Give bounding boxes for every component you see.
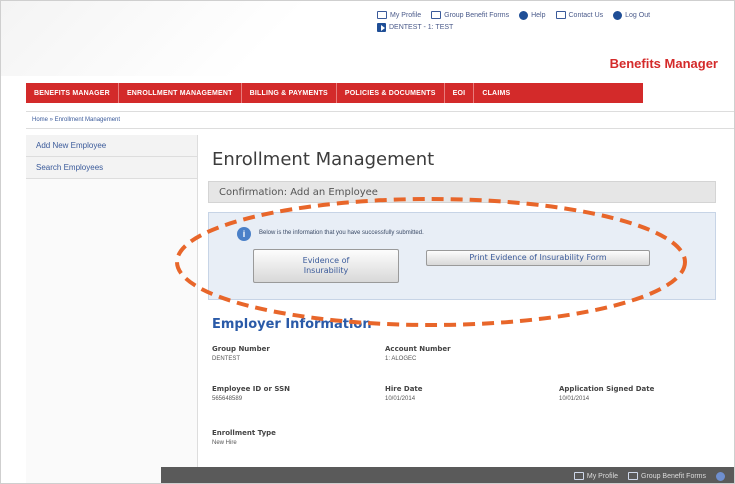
field-enrollment-type: Enrollment Type New Hire xyxy=(212,429,276,446)
field-value: DENTEST xyxy=(212,356,241,362)
field-label: Application Signed Date xyxy=(559,385,655,393)
forms-icon xyxy=(628,472,639,480)
bottom-toolbar: My Profile Group Benefit Forms xyxy=(161,467,734,483)
forms-icon xyxy=(431,11,442,19)
field-account-number: Account Number 1: ALOGEC xyxy=(385,345,451,362)
field-app-signed-date: Application Signed Date 10/01/2014 xyxy=(559,385,654,402)
bottom-help-link[interactable] xyxy=(716,471,728,481)
nav-item-claims[interactable]: CLAIMS xyxy=(474,83,518,103)
confirmation-bar: Confirmation: Add an Employee xyxy=(208,181,716,203)
help-link[interactable]: Help xyxy=(519,10,546,20)
bottom-my-profile-link[interactable]: My Profile xyxy=(573,472,618,480)
breadcrumb[interactable]: Home » Enrollment Management xyxy=(26,111,734,129)
section-title: Employer Information xyxy=(212,317,372,332)
logout-link[interactable]: Log Out xyxy=(613,10,650,20)
nav-item-enrollment-management[interactable]: ENROLLMENT MANAGEMENT xyxy=(119,83,241,103)
info-box: i Below is the information that you have… xyxy=(208,212,716,300)
eoi-button[interactable]: Evidence of Insurability xyxy=(253,249,399,283)
utility-links: My Profile Group Benefit Forms Help Cont… xyxy=(377,9,660,33)
header-shade xyxy=(1,1,371,76)
field-employee-id: Employee ID or SSN 565648589 xyxy=(212,385,290,402)
my-profile-link[interactable]: My Profile xyxy=(377,11,421,19)
field-label: Account Number xyxy=(385,345,451,353)
sidebar-item-add-employee[interactable]: Add New Employee xyxy=(26,135,197,157)
nav-item-eoi[interactable]: EOI xyxy=(445,83,474,103)
main-content: Enrollment Management Confirmation: Add … xyxy=(198,135,734,483)
nav-item-benefits-manager[interactable]: BENEFITS MANAGER xyxy=(26,83,118,103)
field-label: Employee ID or SSN xyxy=(212,385,290,393)
help-icon xyxy=(519,10,529,20)
help-icon xyxy=(716,471,725,481)
account-selector[interactable]: DENTEST - 1: TEST xyxy=(377,22,453,32)
breadcrumb-text[interactable]: Home » Enrollment Management xyxy=(32,117,120,123)
field-value: New Hire xyxy=(212,440,237,446)
field-value: 10/01/2014 xyxy=(559,396,590,402)
confirmation-text: Confirmation: Add an Employee xyxy=(219,186,378,198)
info-message: Below is the information that you have s… xyxy=(259,230,424,236)
field-value: 565648589 xyxy=(212,396,243,402)
field-hire-date: Hire Date 10/01/2014 xyxy=(385,385,423,402)
main-nav: BENEFITS MANAGER ENROLLMENT MANAGEMENT B… xyxy=(26,83,643,103)
print-eoi-button[interactable]: Print Evidence of Insurability Form xyxy=(426,250,650,266)
app-window: My Profile Group Benefit Forms Help Cont… xyxy=(0,0,735,484)
contact-icon xyxy=(555,11,566,19)
profile-icon xyxy=(377,11,387,19)
field-label: Enrollment Type xyxy=(212,429,276,437)
sidebar-item-search-employees[interactable]: Search Employees xyxy=(26,157,197,179)
group-forms-link[interactable]: Group Benefit Forms xyxy=(431,11,509,19)
page-title: Enrollment Management xyxy=(212,149,435,170)
field-value: 10/01/2014 xyxy=(385,396,416,402)
brand-title: Benefits Manager xyxy=(609,56,718,71)
field-label: Group Number xyxy=(212,345,270,353)
play-icon xyxy=(377,22,386,32)
logout-icon xyxy=(613,10,623,20)
profile-icon xyxy=(573,472,584,480)
field-group-number: Group Number DENTEST xyxy=(212,345,270,362)
sidebar: Add New Employee Search Employees xyxy=(26,135,198,483)
info-icon: i xyxy=(237,227,251,241)
field-value: 1: ALOGEC xyxy=(385,356,417,362)
contact-link[interactable]: Contact Us xyxy=(555,11,603,19)
nav-item-policies-documents[interactable]: POLICIES & DOCUMENTS xyxy=(337,83,444,103)
field-label: Hire Date xyxy=(385,385,423,393)
nav-item-billing-payments[interactable]: BILLING & PAYMENTS xyxy=(242,83,336,103)
bottom-group-forms-link[interactable]: Group Benefit Forms xyxy=(628,472,706,480)
